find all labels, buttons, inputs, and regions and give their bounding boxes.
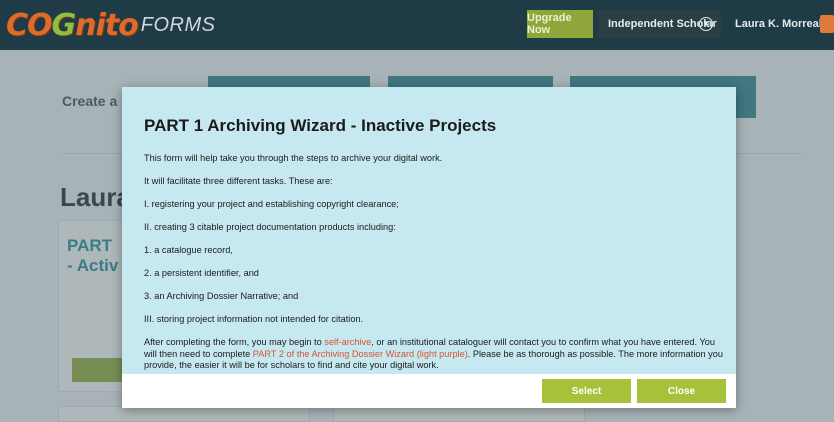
modal-text-line: III. storing project information not int… [144, 314, 364, 324]
paragraph-text: After completing the form, you may begin… [144, 337, 325, 347]
cognito-forms-logo[interactable]: COGnito FORMS [6, 7, 216, 43]
chevron-down-icon: ▼ [699, 17, 713, 31]
avatar[interactable] [820, 15, 834, 33]
self-archive-link[interactable]: self-archive [324, 337, 371, 347]
modal-text-line: 3. an Archiving Dossier Narrative; and [144, 291, 299, 301]
part-2-wizard-link[interactable]: PART 2 of the Archiving Dossier Wizard (… [253, 349, 468, 359]
modal-title: PART 1 Archiving Wizard - Inactive Proje… [144, 116, 497, 135]
modal-final-paragraph: After completing the form, you may begin… [144, 337, 724, 372]
close-button[interactable]: Close [637, 379, 726, 403]
select-button[interactable]: Select [542, 379, 631, 403]
modal-body: This form will help take you through the… [144, 153, 724, 372]
modal-text-line: It will facilitate three different tasks… [144, 176, 333, 186]
upgrade-now-button[interactable]: Upgrade Now [527, 10, 593, 38]
modal-text-line: I. registering your project and establis… [144, 199, 399, 209]
modal-text-line: 2. a persistent identifier, and [144, 268, 259, 278]
logo-wordmark: COGnito [6, 7, 139, 43]
top-bar: COGnito FORMS Upgrade Now Independent Sc… [0, 0, 834, 50]
user-name[interactable]: Laura K. Morreale [735, 10, 828, 38]
account-dropdown[interactable]: Independent Scholar ▼ [598, 10, 721, 38]
form-info-modal: PART 1 Archiving Wizard - Inactive Proje… [122, 87, 736, 408]
logo-forms-text: FORMS [140, 13, 216, 36]
modal-footer: Select Close [122, 374, 736, 408]
modal-text-line: II. creating 3 citable project documenta… [144, 222, 396, 232]
modal-text-line: 1. a catalogue record, [144, 245, 233, 255]
modal-text-line: This form will help take you through the… [144, 153, 443, 163]
